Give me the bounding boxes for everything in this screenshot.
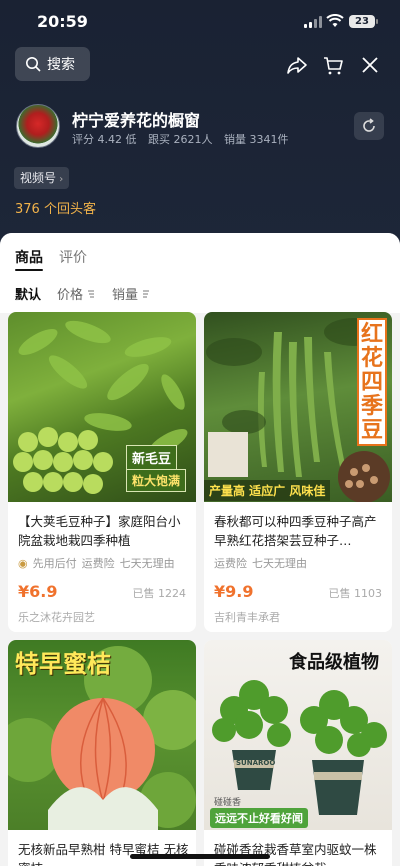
cart-icon[interactable] bbox=[322, 54, 344, 76]
sort-price-label: 价格 bbox=[57, 288, 84, 303]
product-title[interactable]: 【大荚毛豆种子】家庭阳台小院盆栽地栽四季种植 bbox=[18, 512, 190, 550]
signal-icon bbox=[304, 16, 322, 28]
product-tag: 先用后付 bbox=[32, 557, 77, 570]
share-icon[interactable] bbox=[286, 54, 308, 76]
product-image: 特早蜜桔 bbox=[8, 640, 196, 830]
tab-products[interactable]: 商品 bbox=[15, 247, 43, 267]
product-seller[interactable]: 吉利青丰承君 bbox=[214, 609, 280, 625]
image-badge: 红花四季豆 bbox=[357, 318, 387, 446]
video-channel-label: 视频号 bbox=[20, 171, 57, 185]
sort-default[interactable]: 默认 bbox=[15, 284, 41, 303]
product-price: ¥9.9 bbox=[214, 582, 254, 601]
product-card[interactable]: 新毛豆 粒大饱满 【大荚毛豆种子】家庭阳台小院盆栽地栽四季种植 ◉ 先用后付 运费险… bbox=[8, 312, 196, 632]
image-badge: SUNAROO bbox=[236, 759, 276, 767]
shop-stats: 评分 4.42 低 跟买 2621人 销量 3341件 bbox=[72, 131, 297, 147]
check-icon: ◉ bbox=[18, 557, 28, 570]
search-label: 搜索 bbox=[47, 57, 75, 73]
product-image: 红花四季豆 产量高 适应广 风味佳 bbox=[204, 312, 392, 502]
filter-lines-icon bbox=[143, 290, 150, 297]
product-tag: 运费险 bbox=[81, 557, 115, 570]
product-title[interactable]: 春秋都可以种四季豆种子高产早熟红花搭架芸豆种子… bbox=[214, 512, 386, 550]
shop-name[interactable]: 柠宁爱养花的橱窗 bbox=[72, 107, 200, 131]
product-card[interactable]: 食品级植物 SUNAROO 碰碰香 远远不止好看好闻 碰碰香盆栽香草室内驱蚊一株… bbox=[204, 640, 392, 866]
image-badge: 特早蜜桔 bbox=[15, 649, 111, 678]
product-seller[interactable]: 乐之沐花卉园艺 bbox=[18, 609, 95, 625]
sort-default-label: 默认 bbox=[15, 288, 42, 303]
search-icon bbox=[26, 57, 41, 72]
product-image: 食品级植物 SUNAROO 碰碰香 远远不止好看好闻 bbox=[204, 640, 392, 830]
refresh-icon bbox=[363, 118, 375, 132]
wifi-icon bbox=[326, 14, 344, 27]
refresh-button[interactable] bbox=[354, 112, 384, 140]
returning-customers: 376 个回头客 bbox=[15, 202, 96, 217]
product-tag: 七天无理由 bbox=[119, 557, 175, 570]
shop-rating: 评分 4.42 低 bbox=[72, 133, 137, 146]
sort-price[interactable]: 价格 bbox=[57, 284, 95, 303]
image-badge: 碰碰香 bbox=[214, 798, 242, 808]
image-badge: 粒大饱满 bbox=[126, 469, 187, 492]
chevron-right-icon: › bbox=[56, 174, 64, 185]
product-price: ¥6.9 bbox=[18, 582, 58, 601]
product-tags: 运费险 七天无理由 bbox=[214, 555, 312, 571]
product-tags: ◉ 先用后付 运费险 七天无理由 bbox=[18, 555, 180, 571]
product-card[interactable]: 特早蜜桔 无核新品早熟柑 特早蜜桔 无核蜜桔 bbox=[8, 640, 196, 866]
home-indicator bbox=[130, 854, 270, 859]
product-tag: 七天无理由 bbox=[252, 557, 307, 570]
product-title[interactable]: 碰碰香盆栽香草室内驱蚊一株香味浓郁香甜植盆栽 bbox=[214, 840, 386, 866]
image-badge: 产量高 适应广 风味佳 bbox=[204, 480, 331, 501]
battery-icon: 23 bbox=[349, 15, 378, 28]
sort-sales[interactable]: 销量 bbox=[112, 284, 150, 303]
status-time: 20:59 bbox=[37, 12, 88, 31]
product-image: 新毛豆 粒大饱满 bbox=[8, 312, 196, 502]
tabs-area: 商品 评价 默认 价格 销量 bbox=[0, 233, 400, 313]
sort-lines-icon bbox=[88, 290, 95, 297]
product-panel: 商品 评价 默认 价格 销量 新毛豆 粒大饱满 【大荚毛豆种子】家庭阳台小院盆栽… bbox=[0, 233, 400, 866]
shop-sales: 销量 3341件 bbox=[224, 133, 289, 146]
product-tag: 运费险 bbox=[214, 557, 247, 570]
product-sold: 已售 1103 bbox=[328, 587, 383, 600]
shop-avatar[interactable] bbox=[16, 104, 60, 148]
search-button[interactable]: 搜索 bbox=[15, 47, 90, 81]
sort-sales-label: 销量 bbox=[112, 288, 139, 303]
tab-reviews[interactable]: 评价 bbox=[59, 247, 87, 267]
product-title[interactable]: 无核新品早熟柑 特早蜜桔 无核蜜桔 bbox=[18, 840, 190, 866]
image-badge: 新毛豆 bbox=[126, 445, 178, 470]
image-badge: 食品级植物 bbox=[289, 652, 379, 673]
status-bar: 20:59 23 bbox=[0, 0, 400, 44]
close-icon[interactable] bbox=[359, 54, 381, 76]
tab-underline bbox=[15, 269, 43, 271]
product-sold: 已售 1224 bbox=[132, 587, 187, 600]
image-badge: 远远不止好看好闻 bbox=[210, 808, 308, 828]
shop-followers: 跟买 2621人 bbox=[148, 133, 213, 146]
video-channel-tag[interactable]: 视频号 › bbox=[14, 167, 70, 189]
product-card[interactable]: 红花四季豆 产量高 适应广 风味佳 春秋都可以种四季豆种子高产早熟红花搭架芸豆种… bbox=[204, 312, 392, 632]
